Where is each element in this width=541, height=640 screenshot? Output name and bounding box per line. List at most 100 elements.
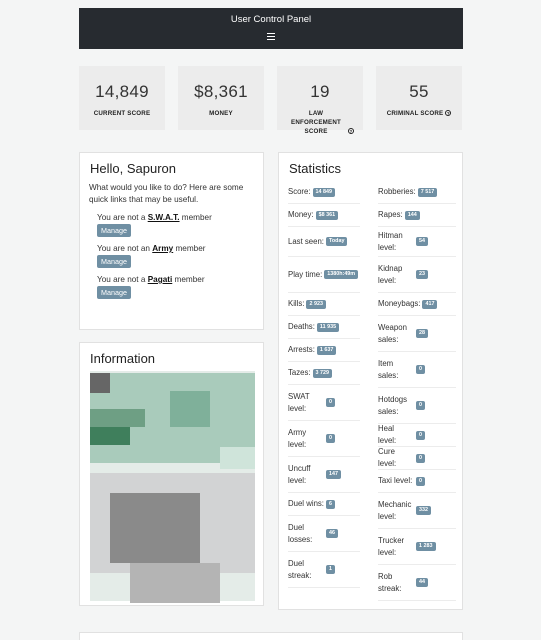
stat-label: Duel losses: — [288, 522, 313, 544]
stat-value-badge: $8 361 — [315, 210, 339, 220]
statistics-right-column: Robberies: 7 517 Rapes: 144 Hitman level: 54 K… — [378, 181, 456, 601]
stat-value-badge: 1380h:49m — [324, 270, 359, 279]
stat-row: Robberies: 7 517 — [378, 181, 456, 204]
stat-row: Duel streak: 1 — [288, 552, 360, 588]
stat-label: SWAT level: — [288, 391, 310, 413]
stat-label: Hitman level: — [378, 230, 403, 252]
stat-value-badge: 7 517 — [417, 187, 438, 197]
stat-label: Trucker level: — [378, 535, 405, 557]
navbar-title: User Control Panel — [230, 14, 312, 25]
stat-row: Rob streak: 44 — [378, 565, 456, 601]
stat-label: Play time: — [288, 269, 323, 279]
stat-row: Last seen: Today — [288, 227, 360, 257]
membership-suffix: member — [179, 213, 212, 222]
stat-value-badge: 0 — [416, 365, 425, 374]
stat-row: Arrests: 1 637 — [288, 339, 360, 362]
membership-suffix: member — [173, 244, 206, 253]
redacted-block — [110, 493, 200, 563]
membership-text: You are not an Army member — [97, 244, 263, 253]
stat-row: Cure level: 0 — [378, 447, 456, 470]
swat-link[interactable]: S.W.A.T. — [148, 213, 180, 222]
stat-value-badge: 54 — [416, 237, 428, 246]
stat-row: Hitman level: 54 — [378, 227, 456, 257]
help-icon[interactable]: ? — [347, 128, 354, 135]
current-score-label: CURRENT SCORE — [93, 110, 151, 117]
stat-row: Deaths: 11 935 — [288, 316, 360, 339]
statistics-left-column: Score: 14 849 Money: $8 361 Last seen: Today P… — [288, 181, 360, 588]
stat-row: Score: 14 849 — [288, 181, 360, 204]
manage-army-button[interactable]: Manage — [97, 255, 131, 268]
stat-label: Last seen: — [288, 236, 324, 246]
stat-value-badge: 0 — [416, 476, 425, 486]
stat-row: Kidnap level: 23 — [378, 257, 456, 293]
current-score-value: 14,849 — [95, 82, 149, 101]
stat-label: Uncuff level: — [288, 463, 311, 485]
membership-prefix: You are not an — [97, 244, 153, 253]
money-card: $8,361 MONEY — [178, 66, 264, 130]
statistics-title: Statistics — [289, 161, 342, 176]
stat-value-badge: 46 — [326, 529, 338, 538]
stat-value-badge: 6 — [325, 499, 335, 509]
membership-swat: You are not a S.W.A.T. member Manage — [97, 213, 263, 237]
pagati-link[interactable]: Pagati — [148, 275, 173, 284]
stat-row: Uncuff level: 147 — [288, 457, 360, 493]
criminal-score-value: 55 — [409, 82, 429, 101]
current-score-card: 14,849 CURRENT SCORE — [79, 66, 165, 130]
stat-label: Deaths: — [288, 322, 315, 331]
redacted-block — [170, 391, 210, 427]
membership-army: You are not an Army member Manage — [97, 244, 263, 268]
stat-row: Hotdogs sales: 0 — [378, 388, 456, 424]
criminal-score-card: 55 CRIMINAL SCORE ? — [376, 66, 462, 130]
help-icon[interactable]: ? — [445, 110, 452, 117]
law-enforcement-label-text: LAW ENFORCEMENT SCORE — [291, 110, 342, 135]
stat-label: Hotdogs sales: — [378, 394, 408, 416]
stat-label: Cure level: — [378, 447, 397, 468]
stat-value-badge: 3 729 — [312, 368, 333, 378]
money-value: $8,361 — [194, 82, 248, 101]
membership-suffix: member — [172, 275, 205, 284]
stat-label: Robberies: — [378, 187, 416, 196]
bottom-panel — [79, 632, 463, 640]
hamburger-icon[interactable] — [267, 33, 275, 40]
stat-label: Duel streak: — [288, 558, 312, 580]
criminal-score-label-text: CRIMINAL SCORE — [386, 110, 444, 117]
membership-prefix: You are not a — [97, 275, 148, 284]
stat-row: Item sales: 0 — [378, 352, 456, 388]
stat-value-badge: 1 — [326, 565, 335, 574]
stat-label: Moneybags: — [378, 299, 421, 308]
redacted-block — [90, 409, 145, 427]
law-enforcement-label: LAW ENFORCEMENT SCORE ? — [277, 109, 363, 136]
manage-pagati-button[interactable]: Manage — [97, 286, 131, 299]
law-enforcement-card: 19 LAW ENFORCEMENT SCORE ? — [277, 66, 363, 135]
stat-label: Rob streak: — [378, 571, 402, 593]
information-panel: Information — [79, 342, 264, 606]
stat-value-badge: Today — [325, 237, 348, 246]
membership-text: You are not a Pagati member — [97, 275, 263, 284]
stat-label: Arrests: — [288, 345, 315, 354]
hello-title: Hello, Sapuron — [90, 161, 176, 176]
stat-label: Mechanic level: — [378, 499, 412, 521]
information-title: Information — [90, 351, 156, 366]
money-label: MONEY — [209, 110, 233, 117]
stat-value-badge: 28 — [416, 329, 428, 338]
manage-swat-button[interactable]: Manage — [97, 224, 131, 237]
stat-row: Trucker level: 1 283 — [378, 529, 456, 565]
stat-row: Army level: 0 — [288, 421, 360, 457]
stat-label: Kidnap level: — [378, 263, 403, 285]
stat-row: Play time: 1380h:49m — [288, 257, 360, 293]
stat-row: Tazes: 3 729 — [288, 362, 360, 385]
army-link[interactable]: Army — [152, 244, 173, 253]
stat-row: SWAT level: 0 — [288, 385, 360, 421]
stat-value-badge: 44 — [416, 578, 428, 587]
stat-value-badge: 0 — [326, 398, 335, 407]
stat-row: Duel wins: 6 — [288, 493, 360, 516]
stat-value-badge: 11 935 — [316, 322, 340, 332]
redacted-block — [90, 427, 130, 445]
hello-intro: What would you like to do? Here are some… — [89, 183, 244, 204]
stat-value-badge: 23 — [416, 270, 428, 279]
stat-value-badge: 417 — [422, 299, 438, 309]
stat-row: Kills: 2 923 — [288, 293, 360, 316]
stat-label: Duel wins: — [288, 499, 324, 508]
membership-pagati: You are not a Pagati member Manage — [97, 275, 263, 299]
stat-row: Duel losses: 46 — [288, 516, 360, 552]
